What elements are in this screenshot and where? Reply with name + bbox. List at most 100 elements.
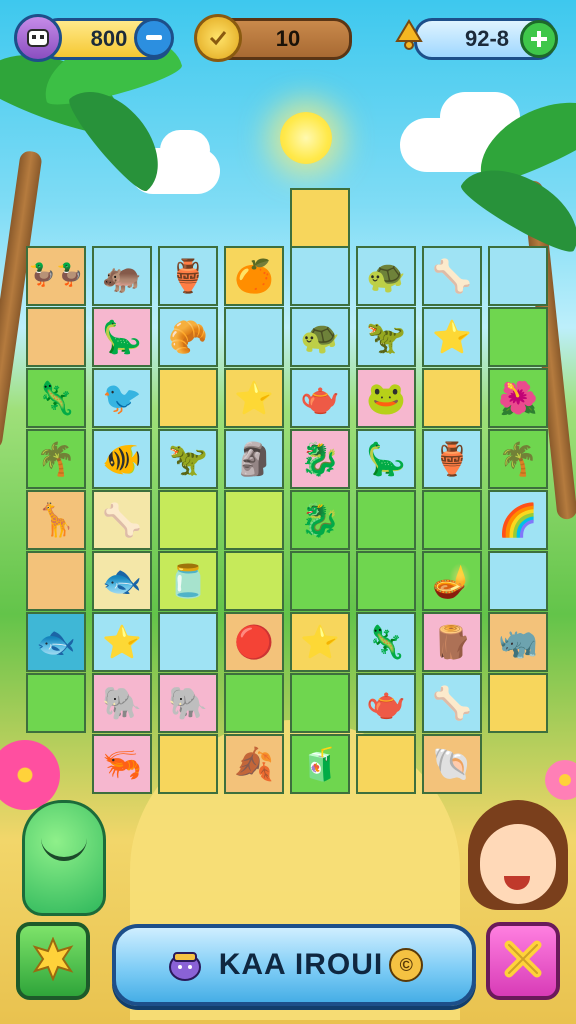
rainbow-icon: 🌈	[498, 501, 538, 539]
board-tile-white-jar[interactable]: 🫙	[158, 551, 218, 611]
star-icon: ⭐	[102, 623, 142, 661]
board-tile-blue-pot[interactable]: 🫖	[290, 368, 350, 428]
girl-face	[480, 824, 556, 904]
board-tile-blue-kettle[interactable]: 🫖	[356, 673, 416, 733]
board-tile-green-turtle[interactable]: 🐢	[356, 246, 416, 306]
board-tile-empty	[356, 734, 416, 794]
board-tile-red-shrimp[interactable]: 🦐	[92, 734, 152, 794]
board-tile-palm[interactable]: 🌴	[26, 429, 86, 489]
board-tile-star[interactable]: ⭐	[290, 612, 350, 672]
board-tile-blue-dino[interactable]: 🦕	[92, 307, 152, 367]
board-tile-green-fish[interactable]: 🐟	[26, 612, 86, 672]
board-tile-star[interactable]: ⭐	[422, 307, 482, 367]
board-tile-bone[interactable]: 🦴	[422, 246, 482, 306]
board-tile-green-can[interactable]: 🧃	[290, 734, 350, 794]
board-tile-empty	[26, 307, 86, 367]
red-shrimp-icon: 🦐	[102, 745, 142, 783]
board-tile-green-turtle[interactable]: 🐢	[290, 307, 350, 367]
rhino-icon: 🦏	[498, 623, 538, 661]
board-tile-purple-hippo[interactable]: 🦛	[92, 246, 152, 306]
board-tile-hibiscus[interactable]: 🌺	[488, 368, 548, 428]
green-totem-icon: 🗿	[234, 440, 274, 478]
game-scene: 800 10 92-8 🦆🦆 🦛 🏺 🍊 🐢 🦴 🦕 🥐 🐢 🦖 ⭐ 🦎 🐦 ⭐ 🫖 🐸 🌺 🌴 🐠 🦖 🗿 🐉 🦕 🏺 🌴 🦒 🦴…	[0, 0, 576, 1024]
board-tile-palm[interactable]: 🌴	[488, 429, 548, 489]
coins-value: 800	[90, 26, 128, 51]
level-value: 10	[275, 26, 301, 51]
board-tile-star[interactable]: ⭐	[92, 612, 152, 672]
board-tile-leaf[interactable]: 🍂	[224, 734, 284, 794]
star-icon: ⭐	[234, 379, 274, 417]
minus-icon[interactable]	[134, 18, 174, 58]
board-tile-orange-dino[interactable]: 🦖	[158, 429, 218, 489]
main-action-label: KAA IROUI	[218, 948, 384, 981]
board-tile-empty	[158, 490, 218, 550]
plus-button[interactable]	[520, 20, 558, 58]
board-tile-purple-elephant[interactable]: 🐘	[92, 673, 152, 733]
board-tile-green-lizard[interactable]: 🦎	[356, 612, 416, 672]
board-tile-blue-jar[interactable]: 🏺	[422, 429, 482, 489]
orange-dino-icon: 🦖	[168, 440, 208, 478]
board-tile-empty	[422, 368, 482, 428]
board-tile-bun[interactable]: 🥐	[158, 307, 218, 367]
board-tile-empty	[26, 673, 86, 733]
star-icon: ⭐	[300, 623, 340, 661]
board-tile-green-totem[interactable]: 🗿	[224, 429, 284, 489]
purple-elephant-icon: 🐘	[102, 684, 142, 722]
board-tile-green-dino[interactable]: 🦖	[356, 307, 416, 367]
board-tile-red-ball[interactable]: 🔴	[224, 612, 284, 672]
white-jar-icon: 🫙	[168, 562, 208, 600]
board-tile-blue-bird[interactable]: 🐦	[92, 368, 152, 428]
sun	[280, 112, 332, 164]
green-can-icon: 🧃	[300, 745, 340, 783]
girl-character	[468, 800, 568, 920]
genie-face	[41, 833, 87, 861]
green-fish-icon: 🐟	[36, 623, 76, 661]
board-tile-empty	[224, 673, 284, 733]
board-tile-empty	[488, 551, 548, 611]
board-tile-star[interactable]: ⭐	[224, 368, 284, 428]
board-tile-shell[interactable]: 🐚	[422, 734, 482, 794]
purple-hippo-icon: 🦛	[102, 257, 142, 295]
blue-pot-icon: 🫖	[300, 379, 340, 417]
board-tile-twin-chicks[interactable]: 🦆🦆	[26, 246, 86, 306]
board-tile-purple-frog[interactable]: 🐸	[356, 368, 416, 428]
board-tile-yellow-dino[interactable]: 🦕	[356, 429, 416, 489]
board-tile-empty	[224, 551, 284, 611]
board-tile-empty	[356, 490, 416, 550]
board-tile-log[interactable]: 🪵	[422, 612, 482, 672]
main-action-suffix: ©	[389, 948, 424, 982]
board-tile-bone[interactable]: 🦴	[422, 673, 482, 733]
board-tile-empty	[26, 551, 86, 611]
sun-burst-button[interactable]	[16, 922, 90, 1000]
boomerang-icon: 🦴	[102, 501, 142, 539]
sun-burst-icon	[31, 936, 75, 985]
board-tile-boomerang[interactable]: 🦴	[92, 490, 152, 550]
board-tile-red-fish[interactable]: 🐟	[92, 551, 152, 611]
board-tile-grey-pot[interactable]: 🏺	[158, 246, 218, 306]
board-tile-rainbow[interactable]: 🌈	[488, 490, 548, 550]
stars-value: 92-8	[464, 26, 510, 51]
board-tile-empty	[422, 490, 482, 550]
grey-pot-icon: 🏺	[168, 257, 208, 295]
board-tile-orange-fish[interactable]: 🐠	[92, 429, 152, 489]
gold-check-coin-icon	[194, 14, 242, 62]
green-turtle-icon: 🐢	[366, 257, 406, 295]
board-tile-rhino[interactable]: 🦏	[488, 612, 548, 672]
main-action-button[interactable]: KAA IROUI ©	[112, 924, 476, 1006]
palm-icon: 🌴	[36, 440, 76, 478]
board-tile-orange-fruit[interactable]: 🍊	[224, 246, 284, 306]
board-tile-purple-dragon[interactable]: 🐉	[290, 490, 350, 550]
board-tile-orange-lamp[interactable]: 🪔	[422, 551, 482, 611]
green-dino-icon: 🦖	[366, 318, 406, 356]
purple-frog-icon: 🐸	[366, 379, 406, 417]
robot-face-icon[interactable]	[14, 14, 62, 62]
cloud-left-2	[160, 130, 210, 170]
board-tile-purple-elephant[interactable]: 🐘	[158, 673, 218, 733]
close-button[interactable]	[486, 922, 560, 1000]
green-genie-character	[22, 800, 106, 916]
board-tile-blue-lizard[interactable]: 🦎	[26, 368, 86, 428]
board-tile-giraffe[interactable]: 🦒	[26, 490, 86, 550]
board-tile-pink-dragon[interactable]: 🐉	[290, 429, 350, 489]
bell-icon	[388, 14, 430, 56]
purple-creature-icon	[165, 943, 205, 987]
